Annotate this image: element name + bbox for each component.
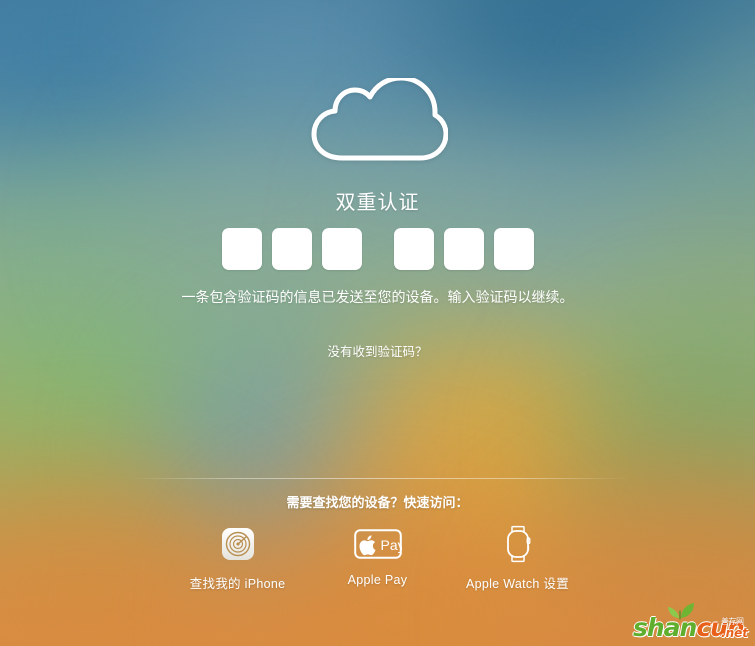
code-digit-6[interactable]: [493, 228, 534, 270]
code-digit-2[interactable]: [271, 228, 312, 270]
quick-access-find-my-iphone[interactable]: 查找我的 iPhone: [168, 524, 308, 592]
quick-access-label: Apple Pay: [347, 573, 408, 587]
find-my-iphone-radar-icon: [221, 524, 255, 564]
instruction-text: 一条包含验证码的信息已发送至您的设备。输入验证码以继续。: [181, 289, 574, 305]
resend-code-link[interactable]: 没有收到验证码？: [0, 341, 755, 360]
quick-access-apple-pay[interactable]: Pay Apple Pay: [308, 524, 448, 587]
two-factor-auth-screen: 双重认证 一条包含验证码的信息已发送至您的设备。输入验证码以继续。 没有收到验证…: [0, 0, 755, 646]
watermark-shan: shan: [633, 613, 697, 642]
quick-access-apple-watch[interactable]: Apple Watch 设置: [448, 524, 588, 592]
watermark-logo: shancun 善存网 .net: [631, 602, 749, 642]
svg-text:Pay: Pay: [380, 537, 402, 553]
quick-access-label: Apple Watch 设置: [465, 577, 570, 591]
code-digit-1[interactable]: [221, 228, 262, 270]
apple-watch-icon: [501, 524, 535, 564]
page-title: 双重认证: [335, 192, 420, 214]
code-digit-4[interactable]: [393, 228, 434, 270]
code-group-first: [221, 228, 372, 270]
code-digit-5[interactable]: [443, 228, 484, 270]
quick-access-label: 查找我的 iPhone: [189, 577, 286, 591]
watermark-side: 善存网 .net: [721, 617, 748, 640]
verification-code-row: [0, 228, 755, 270]
code-group-second: [393, 228, 534, 270]
code-digit-3[interactable]: [321, 228, 362, 270]
apple-pay-icon: Pay: [353, 524, 402, 564]
icloud-cloud-icon: [311, 78, 448, 161]
quick-access-heading: 需要查找您的设备？快速访问：: [286, 495, 469, 510]
watermark-chinese: 善存网: [721, 617, 744, 626]
quick-access-row: 查找我的 iPhone Pay Apple Pay Apple Watch 设置: [0, 524, 755, 592]
watermark-domain: .net: [721, 626, 748, 640]
icloud-logo: [0, 78, 755, 163]
footer-divider: [130, 478, 630, 479]
